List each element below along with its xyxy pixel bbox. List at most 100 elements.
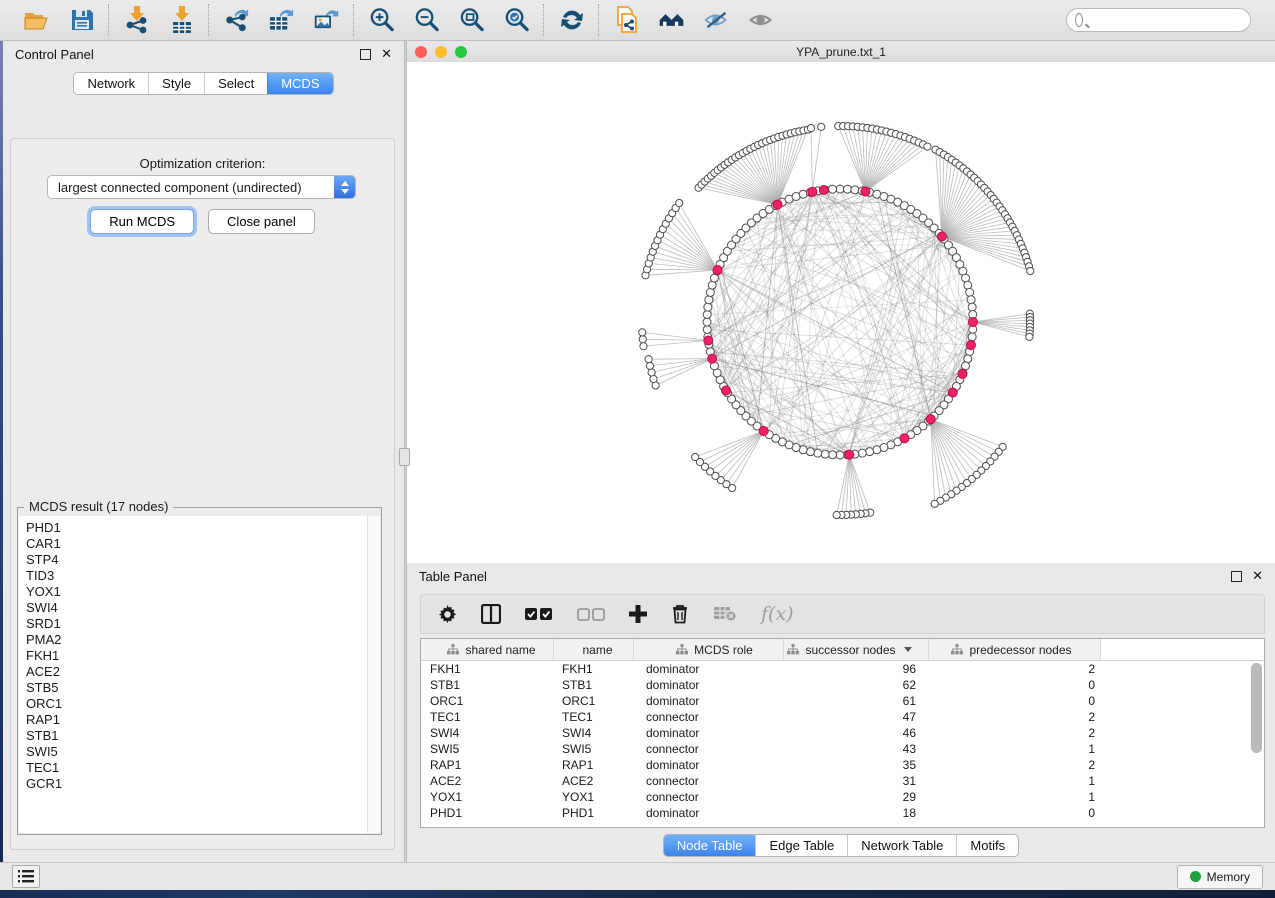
float-table-panel-icon[interactable]	[1231, 571, 1242, 582]
tree-icon	[447, 644, 459, 655]
export-table-icon[interactable]	[268, 7, 295, 34]
export-image-icon[interactable]	[313, 7, 340, 34]
mcds-node-item[interactable]: STB5	[26, 680, 367, 696]
mcds-node-item[interactable]: PMA2	[26, 632, 367, 648]
function-builder-icon[interactable]: f(x)	[761, 603, 794, 625]
mcds-node-item[interactable]: ACE2	[26, 664, 367, 680]
save-session-icon[interactable]	[68, 7, 95, 34]
table-row[interactable]: ACE2ACE2connector311	[421, 773, 1264, 789]
column-chooser-icon[interactable]	[481, 604, 501, 624]
refresh-icon[interactable]	[558, 7, 585, 34]
hide-selected-icon[interactable]	[703, 7, 730, 34]
mcds-node-item[interactable]: SRD1	[26, 616, 367, 632]
clone-network-icon[interactable]	[613, 7, 640, 34]
table-cell: FKH1	[421, 662, 554, 676]
table-cell: RAP1	[554, 758, 634, 772]
mcds-list-scrollbar[interactable]	[367, 516, 380, 833]
mcds-result-list[interactable]: PHD1CAR1STP4TID3YOX1SWI4SRD1PMA2FKH1ACE2…	[19, 516, 380, 833]
table-row[interactable]: ORC1ORC1dominator610	[421, 693, 1264, 709]
add-column-icon[interactable]	[629, 605, 647, 623]
delete-column-trash-icon[interactable]	[671, 604, 689, 624]
search-icon	[1075, 13, 1083, 27]
table-row[interactable]: RAP1RAP1dominator352	[421, 757, 1264, 773]
zoom-fit-icon[interactable]	[458, 7, 485, 34]
table-cell: 31	[784, 774, 929, 788]
tab-edge-table[interactable]: Edge Table	[755, 835, 847, 856]
table-cell: 46	[784, 726, 929, 740]
close-panel-button[interactable]: Close panel	[208, 209, 315, 234]
mcds-node-item[interactable]: STP4	[26, 552, 367, 568]
table-row[interactable]: YOX1YOX1connector291	[421, 789, 1264, 805]
mcds-result-box: MCDS result (17 nodes) PHD1CAR1STP4TID3Y…	[17, 507, 382, 835]
table-row[interactable]: SWI4SWI4dominator462	[421, 725, 1264, 741]
column-header-predecessor-nodes[interactable]: predecessor nodes	[929, 639, 1101, 660]
network-canvas[interactable]	[407, 62, 1275, 563]
search-box[interactable]	[1066, 8, 1251, 32]
table-cell: SWI4	[554, 726, 634, 740]
open-session-icon[interactable]	[23, 7, 50, 34]
table-row[interactable]: SWI5SWI5connector431	[421, 741, 1264, 757]
column-header-successor-nodes[interactable]: successor nodes	[784, 639, 929, 660]
criterion-select[interactable]: largest connected component (undirected)	[47, 175, 356, 199]
table-scrollbar-thumb[interactable]	[1251, 663, 1262, 753]
mcds-node-item[interactable]: PHD1	[26, 520, 367, 536]
mcds-node-item[interactable]: CAR1	[26, 536, 367, 552]
table-settings-gear-icon[interactable]	[438, 605, 457, 624]
main-toolbar	[0, 0, 1275, 41]
zoom-out-icon[interactable]	[413, 7, 440, 34]
show-all-icon[interactable]	[748, 7, 775, 34]
close-table-panel-icon[interactable]: ✕	[1252, 571, 1263, 581]
close-panel-icon[interactable]: ✕	[381, 49, 392, 59]
column-header-mcds-role[interactable]: MCDS role	[634, 639, 784, 660]
table-row[interactable]: FKH1FKH1dominator962	[421, 661, 1264, 677]
import-table-icon[interactable]	[168, 7, 195, 34]
import-network-icon[interactable]	[123, 7, 150, 34]
tab-motifs[interactable]: Motifs	[956, 835, 1018, 856]
mcds-node-item[interactable]: SWI4	[26, 600, 367, 616]
table-row[interactable]: STB1STB1dominator620	[421, 677, 1264, 693]
select-all-icon[interactable]	[525, 607, 553, 621]
mcds-node-item[interactable]: STB1	[26, 728, 367, 744]
memory-button[interactable]: Memory	[1177, 865, 1263, 889]
tab-node-table[interactable]: Node Table	[664, 835, 756, 856]
table-panel-title: Table Panel	[419, 569, 1231, 584]
table-row[interactable]: TEC1TEC1connector472	[421, 709, 1264, 725]
node-table-rows: FKH1FKH1dominator962STB1STB1dominator620…	[421, 661, 1264, 821]
delete-table-icon[interactable]	[713, 606, 737, 622]
tab-mcds[interactable]: MCDS	[267, 73, 332, 94]
float-panel-icon[interactable]	[360, 49, 371, 60]
tab-network-table[interactable]: Network Table	[847, 835, 956, 856]
mcds-result-label: MCDS result (17 nodes)	[24, 499, 173, 514]
run-mcds-button[interactable]: Run MCDS	[90, 209, 194, 234]
table-cell: 0	[929, 678, 1101, 692]
tab-style[interactable]: Style	[148, 73, 204, 94]
table-cell: YOX1	[421, 790, 554, 804]
tab-select[interactable]: Select	[204, 73, 267, 94]
tab-network[interactable]: Network	[74, 73, 148, 94]
column-header-shared-name[interactable]: shared name	[421, 639, 554, 660]
mcds-node-item[interactable]: TEC1	[26, 760, 367, 776]
zoom-selected-icon[interactable]	[503, 7, 530, 34]
mcds-node-item[interactable]: YOX1	[26, 584, 367, 600]
tree-icon	[951, 644, 963, 655]
table-row[interactable]: PHD1PHD1dominator180	[421, 805, 1264, 821]
splitter-handle[interactable]	[399, 448, 410, 466]
sort-chevron-icon[interactable]	[904, 647, 912, 652]
mcds-node-item[interactable]: ORC1	[26, 696, 367, 712]
export-network-icon[interactable]	[223, 7, 250, 34]
mcds-node-item[interactable]: RAP1	[26, 712, 367, 728]
mcds-node-item[interactable]: SWI5	[26, 744, 367, 760]
table-cell: ORC1	[421, 694, 554, 708]
search-input[interactable]	[1083, 13, 1250, 27]
network-window-titlebar[interactable]: YPA_prune.txt_1	[407, 41, 1275, 63]
task-history-button[interactable]	[12, 865, 40, 888]
deselect-all-icon[interactable]	[577, 607, 605, 621]
mcds-node-item[interactable]: TID3	[26, 568, 367, 584]
mcds-node-item[interactable]: GCR1	[26, 776, 367, 792]
column-header-name[interactable]: name	[554, 639, 634, 660]
zoom-in-icon[interactable]	[368, 7, 395, 34]
table-cell: 0	[929, 806, 1101, 820]
column-label: predecessor nodes	[969, 643, 1071, 657]
mcds-node-item[interactable]: FKH1	[26, 648, 367, 664]
first-neighbors-icon[interactable]	[658, 7, 685, 34]
